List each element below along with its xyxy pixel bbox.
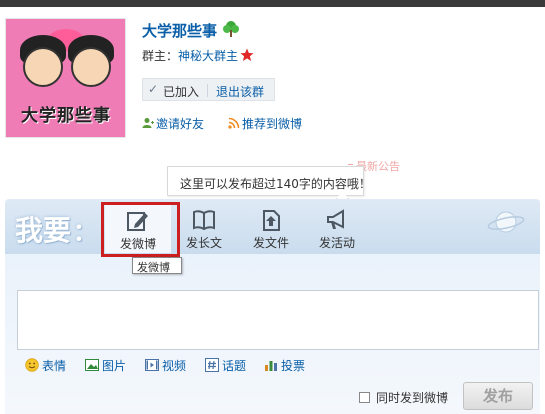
topic-button[interactable]: 话题 bbox=[205, 357, 246, 374]
character-face-right bbox=[71, 47, 111, 87]
tip-text: 这里可以发布超过140字的内容哦！ bbox=[180, 177, 371, 191]
planet-icon bbox=[487, 211, 525, 233]
divider bbox=[207, 84, 208, 97]
owner-name-link[interactable]: 神秘大群主 bbox=[178, 49, 238, 63]
picture-icon bbox=[85, 359, 99, 371]
tab-post-article[interactable]: 发长文 bbox=[171, 203, 237, 253]
add-user-icon bbox=[142, 118, 154, 128]
group-owner: 群主：神秘大群主 bbox=[142, 47, 238, 64]
post-button[interactable]: 发布 bbox=[463, 382, 533, 410]
video-label: 视频 bbox=[162, 359, 187, 373]
heading-colon: ： bbox=[73, 217, 98, 246]
group-avatar[interactable]: 大学那些事 bbox=[5, 18, 126, 138]
vote-button[interactable]: 投票 bbox=[264, 357, 305, 374]
book-icon bbox=[193, 210, 215, 231]
tab-post-file[interactable]: 发文件 bbox=[238, 203, 304, 253]
recommend-to-weibo-link[interactable]: 推荐到微博 bbox=[228, 115, 302, 132]
recommend-label: 推荐到微博 bbox=[242, 117, 303, 131]
character-face-left bbox=[23, 47, 63, 87]
picture-button[interactable]: 图片 bbox=[85, 357, 126, 374]
video-icon bbox=[145, 359, 159, 371]
emoji-button[interactable]: 表情 bbox=[25, 357, 66, 374]
picture-label: 图片 bbox=[102, 359, 127, 373]
tree-icon bbox=[223, 21, 239, 37]
sync-checkbox[interactable] bbox=[359, 392, 370, 403]
invite-label: 邀请好友 bbox=[156, 117, 205, 131]
heading-text: 我要 bbox=[15, 214, 72, 247]
highlight-frame bbox=[101, 202, 180, 257]
bar-chart-icon bbox=[265, 361, 277, 371]
tab-label: 发长文 bbox=[185, 236, 222, 250]
avatar-title-art: 大学那些事 bbox=[21, 106, 111, 126]
tab-post-event[interactable]: 发活动 bbox=[304, 203, 370, 253]
sync-to-weibo-option[interactable]: 同时发到微博 bbox=[359, 389, 448, 406]
video-button[interactable]: 视频 bbox=[145, 357, 186, 374]
joined-status: 已加入 bbox=[163, 85, 200, 99]
publisher-heading: 我要： bbox=[15, 209, 97, 249]
owner-label: 群主： bbox=[142, 49, 179, 63]
post-content-input[interactable] bbox=[17, 290, 539, 350]
group-name[interactable]: 大学那些事 bbox=[142, 20, 217, 41]
tab-label: 发文件 bbox=[252, 236, 289, 250]
invite-friends-link[interactable]: 邀请好友 bbox=[142, 115, 204, 132]
emoji-label: 表情 bbox=[42, 359, 67, 373]
topic-label: 话题 bbox=[222, 359, 247, 373]
rss-icon bbox=[228, 117, 240, 129]
membership-box: ✓ 已加入 退出该群 bbox=[142, 78, 275, 101]
tooltip-text: 发微博 bbox=[137, 261, 170, 274]
top-bar bbox=[0, 0, 545, 7]
vote-label: 投票 bbox=[281, 359, 306, 373]
sync-label: 同时发到微博 bbox=[376, 391, 449, 405]
quit-group-link[interactable]: 退出该群 bbox=[216, 83, 264, 100]
tip-bubble: 这里可以发布超过140字的内容哦！ bbox=[167, 166, 371, 205]
star-badge-icon bbox=[240, 48, 254, 61]
tab-label: 发活动 bbox=[318, 236, 355, 250]
publisher-panel: 我要： 发微博 发长文 发文件 发活动 发微博 表情 图片 视频 话题 投票 同… bbox=[5, 199, 545, 414]
megaphone-icon bbox=[327, 209, 344, 229]
topic-hash-icon bbox=[205, 358, 219, 372]
smiley-icon bbox=[25, 358, 39, 372]
check-icon: ✓ bbox=[148, 82, 159, 96]
file-upload-icon bbox=[263, 210, 280, 231]
tab-tooltip: 发微博 bbox=[132, 257, 182, 274]
